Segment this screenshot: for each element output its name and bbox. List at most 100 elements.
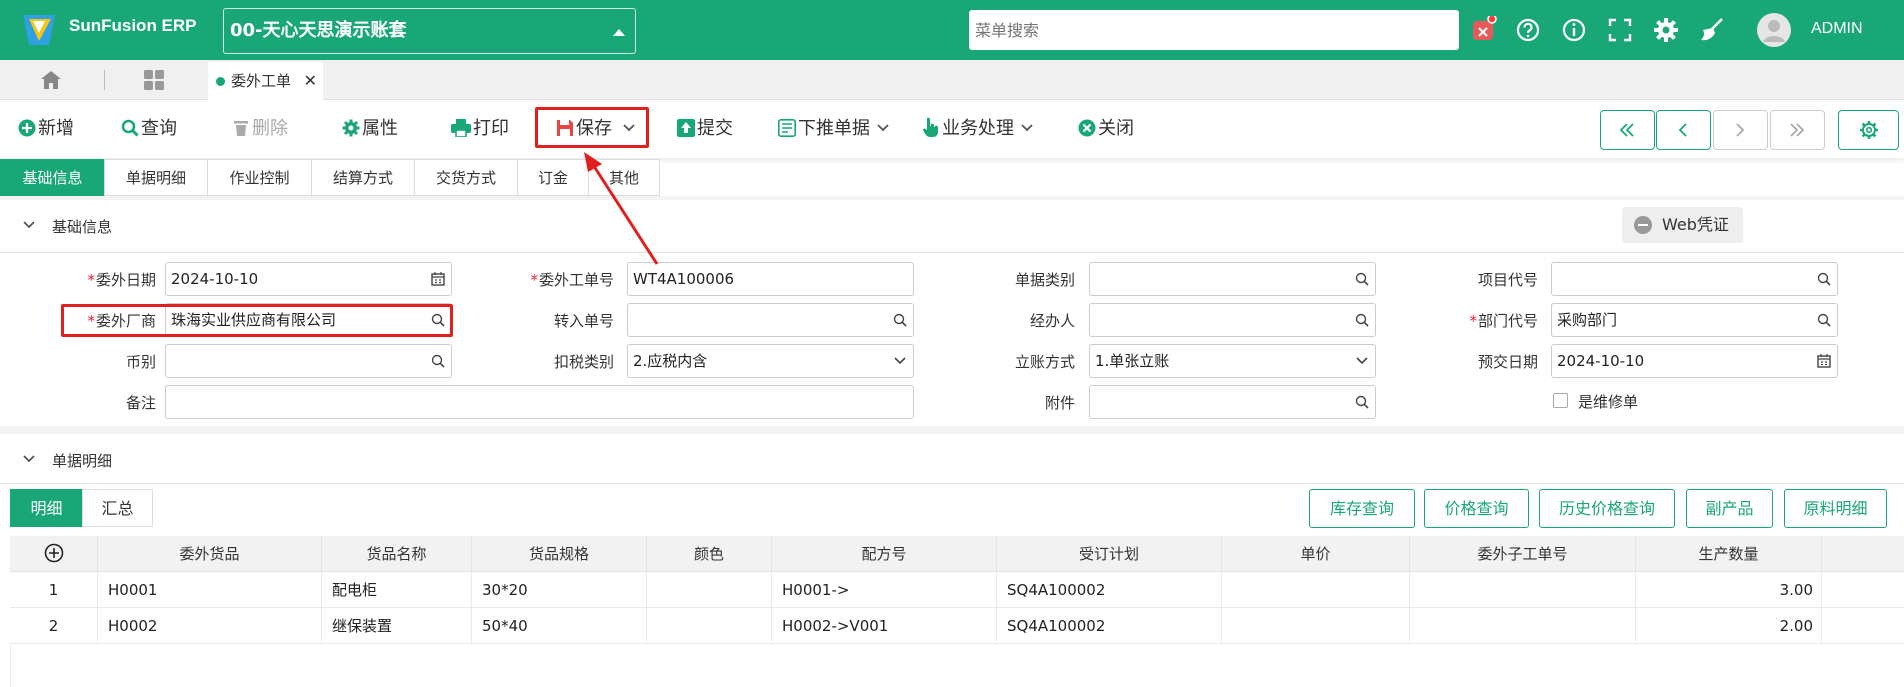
new-button[interactable]: 新增 (18, 116, 74, 142)
account-selector[interactable]: 00-天心天思演示账套 (223, 8, 636, 54)
tab-detail[interactable]: 单据明细 (104, 159, 208, 196)
calendar-icon[interactable] (431, 272, 445, 286)
account-method-select[interactable]: 1.单张立账 (1089, 344, 1376, 378)
calendar-alert-icon[interactable] (1469, 16, 1497, 44)
outsource-date-field[interactable]: 2024-10-10 (165, 262, 452, 296)
submit-button[interactable]: 提交 (677, 116, 733, 142)
by-products-button[interactable]: 副产品 (1686, 489, 1773, 528)
tab-basic-info[interactable]: 基础信息 (0, 159, 105, 196)
col-header[interactable]: 生产数量 (1636, 536, 1822, 572)
close-button[interactable]: 关闭 (1078, 116, 1134, 142)
col-header[interactable]: 货品名称 (322, 536, 472, 572)
tax-category-select[interactable]: 2.应税内含 (627, 344, 914, 378)
table-cell[interactable] (647, 572, 772, 608)
business-label: 业务处理 (942, 118, 1014, 139)
table-cell[interactable]: 配电柜 (322, 572, 472, 608)
outsource-order-no-field[interactable]: WT4A100006 (627, 262, 914, 296)
web-voucher-button[interactable]: Web凭证 (1622, 207, 1743, 243)
settings-button[interactable] (1838, 110, 1899, 150)
search-icon[interactable] (1355, 395, 1369, 409)
search-icon[interactable] (1355, 272, 1369, 286)
project-code-field[interactable] (1551, 262, 1838, 296)
help-icon[interactable] (1514, 16, 1542, 44)
table-cell[interactable]: H0002->V001 (772, 608, 997, 644)
table-cell[interactable]: H0002 (98, 608, 322, 644)
chevron-down-icon[interactable] (1355, 354, 1369, 368)
print-button[interactable]: 打印 (451, 116, 509, 142)
col-header[interactable]: 委外货品 (98, 536, 322, 572)
table-cell[interactable]: SQ4A100002 (997, 608, 1222, 644)
tab-summary[interactable]: 汇总 (82, 489, 153, 527)
table-cell[interactable] (1222, 608, 1410, 644)
price-query-button[interactable]: 价格查询 (1424, 489, 1529, 528)
query-button[interactable]: 查询 (121, 116, 177, 142)
table-cell[interactable] (647, 608, 772, 644)
detail-header[interactable]: 单据明细 (0, 434, 1904, 484)
search-icon[interactable] (1817, 313, 1831, 327)
price-history-button[interactable]: 历史价格查询 (1539, 489, 1675, 528)
tab-job-control[interactable]: 作业控制 (207, 159, 312, 196)
table-cell[interactable]: 50*40 (472, 608, 647, 644)
doc-category-field[interactable] (1089, 262, 1376, 296)
table-cell[interactable] (1222, 572, 1410, 608)
user-name[interactable]: ADMIN (1811, 20, 1863, 38)
table-cell[interactable]: 继保装置 (322, 608, 472, 644)
tab-deposit[interactable]: 订金 (517, 159, 589, 196)
broom-icon[interactable] (1698, 16, 1726, 44)
search-icon[interactable] (1355, 313, 1369, 327)
col-header[interactable]: 配方号 (772, 536, 997, 572)
expected-date-field[interactable]: 2024-10-10 (1551, 344, 1838, 378)
search-icon[interactable] (1817, 272, 1831, 286)
table-cell[interactable] (1410, 608, 1636, 644)
menu-search-input[interactable] (969, 10, 1459, 50)
search-icon[interactable] (893, 313, 907, 327)
next-record-button[interactable] (1713, 110, 1768, 150)
basic-info-header[interactable]: 基础信息 (0, 200, 1904, 250)
tab-outsourcing-order[interactable]: 委外工单 ✕ (208, 62, 323, 100)
col-header[interactable]: 颜色 (647, 536, 772, 572)
table-cell[interactable]: 30*20 (472, 572, 647, 608)
gear-icon[interactable] (1652, 16, 1680, 44)
table-cell: 1 (10, 572, 98, 608)
col-header[interactable]: 受订计划 (997, 536, 1222, 572)
handler-field[interactable] (1089, 303, 1376, 337)
dept-code-field[interactable]: 采购部门 (1551, 303, 1838, 337)
table-cell[interactable]: H0001-> (772, 572, 997, 608)
grid-apps-icon[interactable] (144, 70, 164, 90)
transfer-no-field[interactable] (627, 303, 914, 337)
business-button[interactable]: 业务处理 (922, 116, 1036, 142)
material-detail-button[interactable]: 原料明细 (1784, 489, 1887, 528)
search-icon[interactable] (431, 354, 445, 368)
properties-button[interactable]: 属性 (342, 116, 398, 142)
tab-settlement[interactable]: 结算方式 (311, 159, 415, 196)
col-header[interactable]: 委外子工单号 (1410, 536, 1636, 572)
avatar[interactable] (1757, 13, 1791, 47)
table-cell[interactable]: 3.00 (1636, 572, 1822, 608)
attachment-field[interactable] (1089, 385, 1376, 419)
tab-line-detail[interactable]: 明细 (10, 489, 83, 527)
first-record-button[interactable] (1600, 110, 1655, 150)
push-down-button[interactable]: 下推单据 (778, 116, 892, 142)
table-cell[interactable]: H0001 (98, 572, 322, 608)
currency-field[interactable] (165, 344, 452, 378)
table-cell[interactable] (1410, 572, 1636, 608)
table-cell[interactable]: 2.00 (1636, 608, 1822, 644)
close-tab-icon[interactable]: ✕ (304, 62, 317, 100)
stock-query-button[interactable]: 库存查询 (1309, 489, 1415, 528)
delete-button[interactable]: 删除 (232, 116, 288, 142)
home-icon[interactable] (40, 70, 62, 90)
plus-circle-icon[interactable] (44, 543, 64, 563)
fullscreen-icon[interactable] (1606, 16, 1634, 44)
col-header[interactable]: 货品规格 (472, 536, 647, 572)
chevron-down-icon[interactable] (893, 354, 907, 368)
info-icon[interactable] (1560, 16, 1588, 44)
add-row-header[interactable] (10, 536, 98, 572)
remark-field[interactable] (165, 385, 914, 419)
last-record-button[interactable] (1770, 110, 1825, 150)
tab-delivery[interactable]: 交货方式 (414, 159, 518, 196)
col-header[interactable]: 单价 (1222, 536, 1410, 572)
prev-record-button[interactable] (1656, 110, 1711, 150)
calendar-icon[interactable] (1817, 354, 1831, 368)
repair-order-checkbox[interactable] (1553, 393, 1568, 408)
table-cell[interactable]: SQ4A100002 (997, 572, 1222, 608)
